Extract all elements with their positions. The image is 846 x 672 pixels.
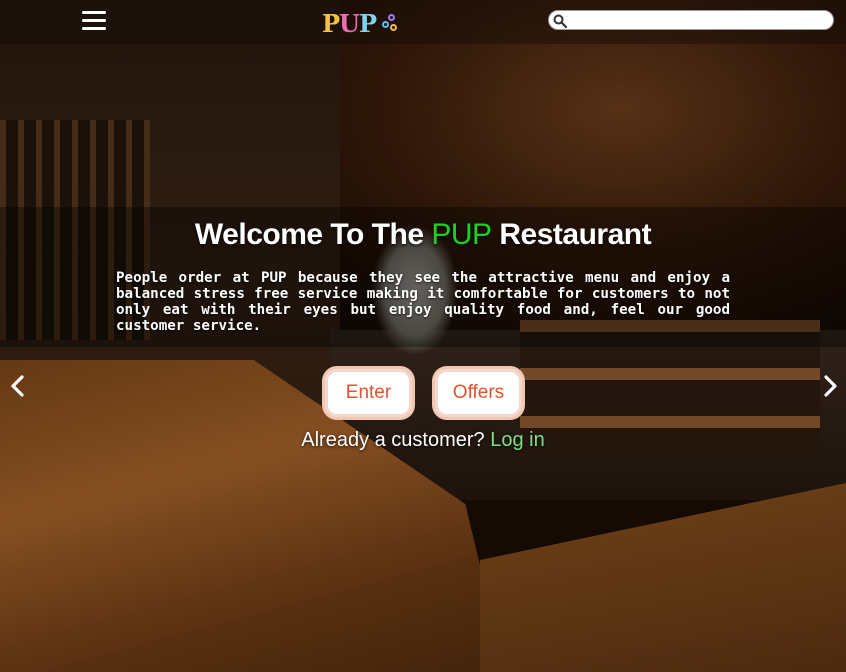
search-bar[interactable]	[548, 10, 834, 30]
search-input[interactable]	[569, 12, 831, 30]
logo-mark-icon	[378, 12, 398, 34]
enter-button[interactable]: Enter	[325, 369, 412, 417]
hero-description: People order at PUP because they see the…	[116, 270, 730, 334]
hero-title: Welcome To The PUP Restaurant	[194, 218, 652, 251]
logo-text: PUP	[322, 8, 377, 38]
logo[interactable]: PUP	[322, 8, 398, 38]
chevron-left-icon[interactable]	[8, 374, 28, 398]
hamburger-icon[interactable]	[82, 11, 106, 31]
hero-title-accent: PUP	[431, 218, 492, 251]
chevron-right-icon[interactable]	[820, 374, 840, 398]
login-prompt: Already a customer? Log in	[301, 429, 545, 451]
top-navbar: PUP	[0, 0, 846, 44]
offers-button[interactable]: Offers	[435, 369, 522, 417]
login-link[interactable]: Log in	[490, 429, 545, 451]
search-icon[interactable]	[553, 14, 567, 28]
